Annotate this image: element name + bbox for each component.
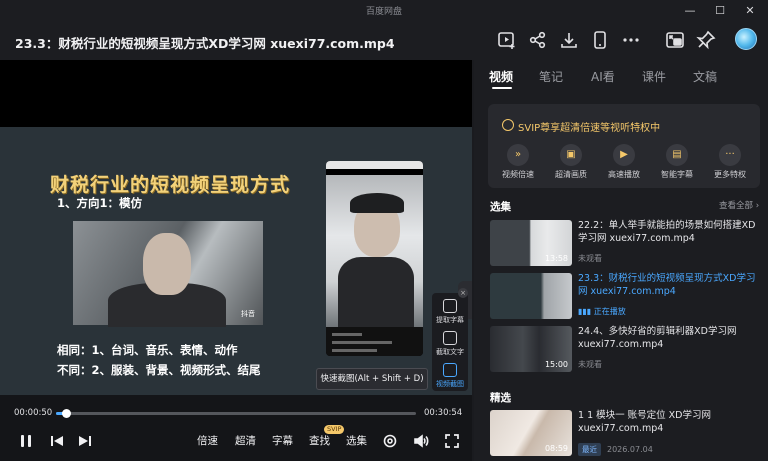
phone-icon[interactable] xyxy=(590,30,610,50)
slide-photo: 抖音 xyxy=(73,221,263,327)
progress-bar[interactable] xyxy=(56,409,416,418)
capture-text-icon xyxy=(443,331,457,345)
svip-badge: SVIP xyxy=(324,425,345,434)
subtitle-button[interactable]: 字幕 xyxy=(272,433,293,448)
episode-thumbnail: 13:58 xyxy=(490,220,572,266)
svip-crown-icon xyxy=(502,119,514,131)
add-to-playlist-icon[interactable] xyxy=(497,30,517,50)
maximize-button[interactable]: ☐ xyxy=(710,2,730,20)
episode-duration: 15:00 xyxy=(544,360,568,369)
featured-heading: 精选 xyxy=(490,392,511,404)
side-tool-label: 截取文字 xyxy=(436,348,464,356)
recent-tag: 最近 xyxy=(578,443,601,456)
episode-item-current[interactable]: 23.3：财税行业的短视频呈现方式XD学习网 xuexi77.com.mp4 ▮… xyxy=(490,273,762,323)
active-tab-indicator xyxy=(492,87,512,89)
episode-item[interactable]: 13:58 22.2：单人举手就能拍的场景如何搭建XD学习网 xuexi77.c… xyxy=(490,220,762,270)
perk-hd[interactable]: ▣ 超清画质 xyxy=(545,144,597,180)
slide-subtitle: 1、方向1：模仿 xyxy=(57,196,143,210)
episodes-button[interactable]: 选集 xyxy=(346,433,367,448)
extract-subtitle-button[interactable]: 提取字幕 xyxy=(432,299,468,325)
featured-date: 2026.07.04 xyxy=(607,445,653,454)
episode-duration: 13:58 xyxy=(544,254,568,263)
more-icon[interactable] xyxy=(621,30,641,50)
phone-screenshot xyxy=(326,161,423,356)
pause-icon[interactable] xyxy=(18,433,34,449)
side-tool-label: 视频截图 xyxy=(436,380,464,388)
next-icon[interactable] xyxy=(77,433,93,449)
tab-video[interactable]: 视频 xyxy=(489,68,513,85)
loop-icon[interactable] xyxy=(382,433,398,449)
volume-icon[interactable] xyxy=(413,433,429,449)
tab-ai-view[interactable]: AI看 xyxy=(591,68,615,85)
episode-title: 23.3：财税行业的短视频呈现方式XD学习网 xuexi77.com.mp4 xyxy=(578,273,756,297)
tab-notes[interactable]: 笔记 xyxy=(539,68,563,85)
featured-title: 1 1 模块一 账号定位 XD学习网 xuexi77.com.mp4 xyxy=(578,410,711,434)
more-perks-icon: ··· xyxy=(719,144,741,166)
tiktok-watermark: 抖音 xyxy=(241,310,255,318)
capture-text-button[interactable]: 截取文字 xyxy=(432,331,468,357)
screenshot-button[interactable]: 视频截图 xyxy=(432,363,468,389)
download-icon[interactable] xyxy=(559,30,579,50)
speed-button[interactable]: 倍速 xyxy=(197,433,218,448)
svip-card[interactable]: SVIP尊享超清倍速等视听特权中 » 视频倍速 ▣ 超清画质 ▶ 高速播放 ▤ … xyxy=(488,104,760,188)
screenshot-icon xyxy=(443,363,457,377)
fast-play-perk-icon: ▶ xyxy=(613,144,635,166)
search-button[interactable]: 查找 xyxy=(309,433,330,448)
previous-icon[interactable] xyxy=(49,433,65,449)
current-time: 00:00:50 xyxy=(14,408,53,418)
minimize-button[interactable]: — xyxy=(680,2,700,20)
app-title: 百度网盘 xyxy=(365,7,402,17)
perk-fast-play[interactable]: ▶ 高速播放 xyxy=(598,144,650,180)
episode-item[interactable]: 15:00 24.4、多快好省的剪辑利器XD学习网 xuexi77.com.mp… xyxy=(490,326,762,376)
perk-more[interactable]: ··· 更多特权 xyxy=(704,144,756,180)
share-icon[interactable] xyxy=(528,30,548,50)
episodes-heading: 选集 xyxy=(490,201,511,213)
title-bar: 百度网盘 — ☐ ✕ xyxy=(0,0,768,22)
see-all-link[interactable]: 查看全部 › xyxy=(719,199,759,211)
extract-subtitle-icon xyxy=(443,299,457,313)
close-tools-icon[interactable]: × xyxy=(458,288,468,298)
player-controls: 00:00:50 00:30:54 倍速 超清 字幕 查找 SVIP 选集 xyxy=(0,395,472,461)
avatar[interactable] xyxy=(735,28,757,50)
slide-line-diff: 不同：2、服装、背景、视频形式、结尾 xyxy=(57,363,261,377)
episode-status: 未观看 xyxy=(578,254,602,263)
perk-smart-subtitle[interactable]: ▤ 智能字幕 xyxy=(651,144,703,180)
tab-courseware[interactable]: 课件 xyxy=(642,68,666,85)
side-panel: 视频 笔记 AI看 课件 文稿 SVIP尊享超清倍速等视听特权中 » 视频倍速 … xyxy=(474,60,768,461)
player-header: 23.3：财税行业的短视频呈现方式XD学习网 xuexi77.com.mp4 xyxy=(0,22,768,60)
total-time: 00:30:54 xyxy=(424,408,463,418)
episode-title: 22.2：单人举手就能拍的场景如何搭建XD学习网 xuexi77.com.mp4 xyxy=(578,220,756,244)
episode-status: ▮▮▮ 正在播放 xyxy=(578,307,626,316)
picture-in-picture-icon[interactable] xyxy=(665,30,685,50)
side-tool-label: 提取字幕 xyxy=(436,316,464,324)
close-button[interactable]: ✕ xyxy=(740,2,760,20)
hd-perk-icon: ▣ xyxy=(560,144,582,166)
progress-knob[interactable] xyxy=(61,409,71,418)
file-title: 23.3：财税行业的短视频呈现方式XD学习网 xuexi77.com.mp4 xyxy=(15,36,395,51)
featured-duration: 08:59 xyxy=(544,444,568,453)
fullscreen-icon[interactable] xyxy=(444,433,460,449)
slide-line-same: 相同：1、台词、音乐、表情、动作 xyxy=(57,343,238,357)
featured-meta: 最近 2026.07.04 xyxy=(578,443,653,456)
svip-title: SVIP尊享超清倍速等视听特权中 xyxy=(518,123,661,134)
subtitle-perk-icon: ▤ xyxy=(666,144,688,166)
now-playing-icon: ▮▮▮ xyxy=(578,307,594,316)
episode-title: 24.4、多快好省的剪辑利器XD学习网 xuexi77.com.mp4 xyxy=(578,326,737,350)
quality-button[interactable]: 超清 xyxy=(235,433,256,448)
side-tools: 提取字幕 截取文字 视频截图 xyxy=(432,293,468,391)
episode-thumbnail xyxy=(490,273,572,319)
pin-icon[interactable] xyxy=(696,30,716,50)
featured-thumbnail: 08:59 xyxy=(490,410,572,456)
episode-status: 未观看 xyxy=(578,360,602,369)
speed-perk-icon: » xyxy=(507,144,529,166)
slide-title: 财税行业的短视频呈现方式 xyxy=(50,174,291,196)
tab-transcript[interactable]: 文稿 xyxy=(693,68,717,85)
episode-thumbnail: 15:00 xyxy=(490,326,572,372)
featured-item[interactable]: 08:59 1 1 模块一 账号定位 XD学习网 xuexi77.com.mp4… xyxy=(490,410,762,460)
perk-speed[interactable]: » 视频倍速 xyxy=(492,144,544,180)
screenshot-tooltip: 快速截图(Alt + Shift + D) xyxy=(316,368,428,390)
